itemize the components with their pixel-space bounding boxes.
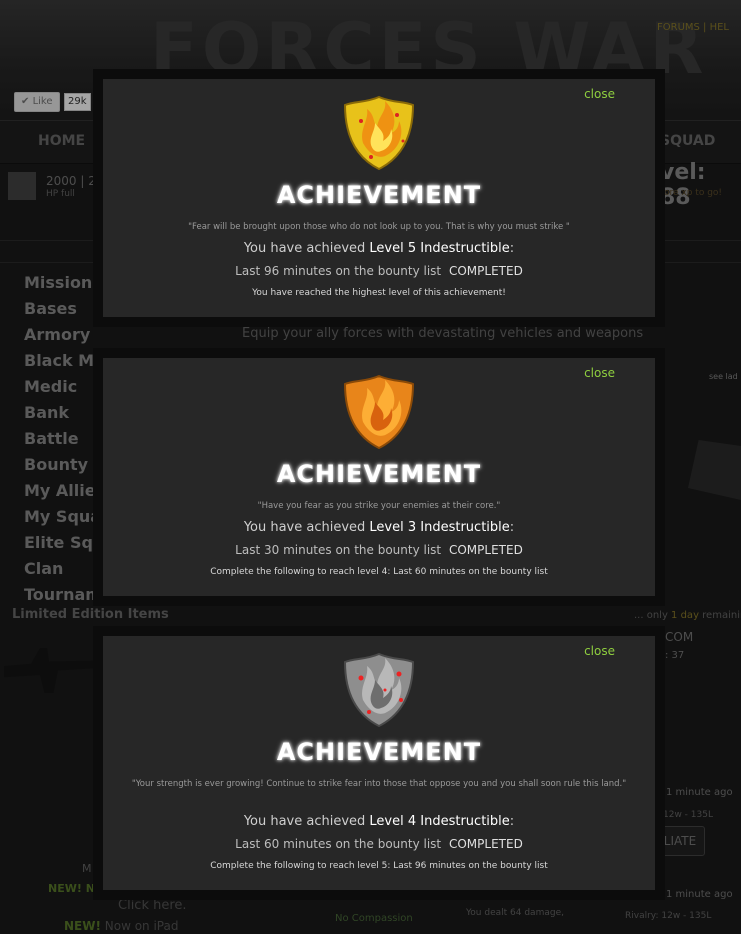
silver-flame-shield-icon <box>343 652 415 728</box>
task-text: Last 96 minutes on the bounty list <box>235 264 442 278</box>
task-status: COMPLETED <box>448 543 523 557</box>
achievement-level-name: Level 4 Indestructible <box>369 814 510 829</box>
achievement-task: Last 96 minutes on the bounty list COMPL… <box>103 264 655 278</box>
achievement-title: ACHIEVEMENT <box>276 181 482 209</box>
achievement-level-name: Level 5 Indestructible <box>369 241 510 256</box>
gold-flame-shield-icon <box>343 95 415 171</box>
achievement-title: ACHIEVEMENT <box>276 738 482 766</box>
achievement-level-line: You have achieved Level 3 Indestructible… <box>103 520 655 535</box>
achieved-prefix: You have achieved <box>243 520 370 535</box>
achievement-quote: "Your strength is ever growing! Continue… <box>131 779 627 789</box>
task-text: Last 60 minutes on the bounty list <box>235 837 442 851</box>
close-button[interactable]: close <box>584 644 615 658</box>
bronze-flame-shield-icon <box>343 374 415 450</box>
achieved-prefix: You have achieved <box>243 814 370 829</box>
achievement-note: Complete the following to reach level 5:… <box>210 861 548 871</box>
achieved-prefix: You have achieved <box>243 241 370 256</box>
achievement-quote: "Have you fear as you strike your enemie… <box>257 501 501 511</box>
achievement-note: Complete the following to reach level 4:… <box>210 567 548 577</box>
achievement-level-name: Level 3 Indestructible <box>369 520 510 535</box>
close-button[interactable]: close <box>584 366 615 380</box>
achieved-suffix: : <box>509 814 515 829</box>
achievement-quote: "Fear will be brought upon those who do … <box>188 222 570 232</box>
achieved-suffix: : <box>509 241 515 256</box>
task-text: Last 30 minutes on the bounty list <box>235 543 442 557</box>
achievement-task: Last 60 minutes on the bounty list COMPL… <box>103 837 655 851</box>
achievement-dialog-body: close ACHIEVEMENT "Your strength is ever… <box>103 636 655 890</box>
achievement-dialog: close ACHIEVEMENT "Fear will be brought … <box>93 69 665 327</box>
achievement-level-line: You have achieved Level 4 Indestructible… <box>103 814 655 829</box>
achievement-task: Last 30 minutes on the bounty list COMPL… <box>103 543 655 557</box>
achievement-title: ACHIEVEMENT <box>276 460 482 488</box>
task-status: COMPLETED <box>448 264 523 278</box>
achievement-dialog: close ACHIEVEMENT "Your strength is ever… <box>93 626 665 900</box>
achievement-note: You have reached the highest level of th… <box>252 288 506 298</box>
achievement-dialog-body: close ACHIEVEMENT "Fear will be brought … <box>103 79 655 317</box>
achievement-level-line: You have achieved Level 5 Indestructible… <box>103 241 655 256</box>
achievement-dialog-body: close ACHIEVEMENT "Have you fear as you … <box>103 358 655 596</box>
achievement-dialog: close ACHIEVEMENT "Have you fear as you … <box>93 348 665 606</box>
task-status: COMPLETED <box>448 837 523 851</box>
close-button[interactable]: close <box>584 87 615 101</box>
achieved-suffix: : <box>509 520 515 535</box>
